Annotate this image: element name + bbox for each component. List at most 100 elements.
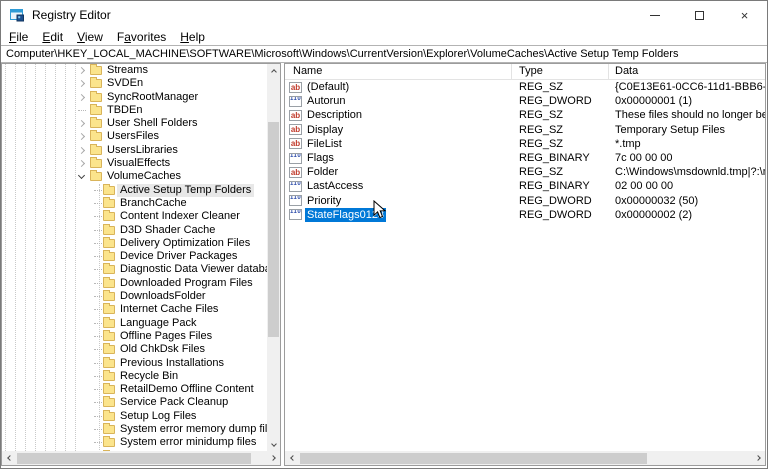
tree-hscroll-thumb[interactable] (17, 452, 251, 464)
tree-item[interactable]: VisualEffects (2, 157, 267, 170)
tree-item[interactable]: Content Indexer Cleaner (2, 210, 267, 223)
column-header-data[interactable]: Data (609, 64, 765, 79)
tree-item[interactable]: D3D Shader Cache (2, 223, 267, 237)
chevron-right-icon[interactable] (77, 93, 86, 101)
tree-connector (94, 309, 102, 311)
chevron-right-icon[interactable] (77, 120, 86, 128)
value-data: 7c 00 00 00 (615, 151, 673, 164)
tree-item[interactable]: SyncRootManager (2, 90, 267, 104)
registry-value-row[interactable]: 110 LastAccess REG_BINARY 02 00 00 00 (285, 179, 765, 193)
folder-icon (90, 157, 102, 169)
registry-value-row[interactable]: 110 Autorun REG_DWORD 0x00000001 (1) (285, 94, 765, 108)
tree-item[interactable]: System error memory dump files (2, 423, 267, 436)
scroll-down-button[interactable] (267, 438, 280, 451)
tree-connector (94, 242, 102, 244)
tree-item[interactable]: Setup Log Files (2, 409, 267, 423)
values-hscroll-thumb[interactable] (300, 452, 647, 464)
value-data: 0x00000032 (50) (615, 194, 699, 207)
registry-value-row[interactable]: 110 StateFlags0123 REG_DWORD 0x00000002 (2) (285, 207, 765, 222)
registry-value-row[interactable]: 110 Flags REG_BINARY 7c 00 00 00 (285, 151, 765, 165)
tree-connector (94, 389, 102, 391)
folder-icon (103, 196, 115, 208)
registry-value-row[interactable]: ab Description REG_SZ These files should no… (285, 108, 765, 122)
chevron-right-icon[interactable] (77, 66, 86, 75)
tree-item-label: TBDEn (107, 103, 143, 116)
tree-item[interactable]: Streams (2, 64, 267, 77)
tree-item[interactable]: UsersFiles (2, 130, 267, 143)
tree-item[interactable]: User Shell Folders (2, 117, 267, 130)
chevron-right-icon[interactable] (77, 146, 86, 154)
folder-icon (90, 77, 102, 89)
tree-vertical-scrollbar[interactable] (267, 64, 280, 451)
tree-horizontal-scrollbar[interactable] (2, 451, 280, 465)
value-data: 0x00000002 (2) (615, 208, 693, 221)
minimize-button[interactable] (632, 1, 677, 29)
scroll-left-button[interactable] (285, 451, 298, 464)
tree-item[interactable]: VolumeCaches (2, 170, 267, 183)
tree-item-label: SVDEn (107, 77, 144, 90)
address-bar[interactable]: Computer\HKEY_LOCAL_MACHINE\SOFTWARE\Mic… (1, 45, 767, 63)
value-name: Display (307, 123, 344, 136)
scroll-right-button[interactable] (752, 451, 765, 464)
registry-value-row[interactable]: ab Display REG_SZ Temporary Setup Files (285, 123, 765, 137)
scroll-left-button[interactable] (2, 451, 15, 464)
chevron-right-icon[interactable] (77, 133, 86, 141)
value-data: *.tmp (615, 137, 641, 150)
scroll-right-button[interactable] (267, 451, 280, 464)
tree-connector (94, 282, 102, 284)
column-header-type[interactable]: Type (512, 64, 609, 79)
tree-item[interactable]: Downloaded Program Files (2, 276, 267, 290)
menu-file[interactable]: File (9, 30, 36, 44)
tree-item[interactable]: Recycle Bin (2, 369, 267, 383)
tree-connector (94, 442, 102, 444)
folder-icon (103, 423, 115, 435)
titlebar[interactable]: Registry Editor × (1, 1, 767, 29)
tree-item[interactable]: System error minidump files (2, 436, 267, 449)
registry-value-row[interactable]: ab Folder REG_SZ C:\Windows\msdownld.tmp|?:… (285, 165, 765, 179)
reg-sz-icon: ab (289, 124, 302, 136)
tree-vscroll-thumb[interactable] (268, 122, 279, 337)
maximize-button[interactable] (677, 1, 722, 29)
tree-item[interactable]: Language Pack (2, 316, 267, 330)
folder-icon (103, 276, 115, 288)
regedit-app-icon (10, 9, 24, 22)
menu-favorites[interactable]: Favorites (117, 30, 174, 44)
tree-item[interactable]: SVDEn (2, 77, 267, 90)
value-name-cell: 110 LastAccess (285, 179, 512, 193)
tree-item[interactable]: Delivery Optimization Files (2, 236, 267, 250)
tree-item[interactable]: UsersLibraries (2, 143, 267, 157)
tree-item[interactable]: Diagnostic Data Viewer database files (2, 263, 267, 276)
tree-item[interactable]: Device Driver Packages (2, 250, 267, 263)
folder-icon (103, 250, 115, 262)
tree-item[interactable]: BranchCache (2, 196, 267, 210)
tree-item[interactable]: Active Setup Temp Folders (2, 183, 267, 197)
tree-item[interactable]: RetailDemo Offline Content (2, 383, 267, 396)
menu-edit[interactable]: Edit (42, 30, 71, 44)
chevron-right-icon[interactable] (77, 80, 86, 88)
reg-sz-icon: ab (289, 138, 302, 150)
tree-item[interactable]: Service Pack Cleanup (2, 396, 267, 409)
menu-help[interactable]: Help (180, 30, 213, 44)
menu-view[interactable]: View (77, 30, 111, 44)
chevron-right-icon[interactable] (77, 160, 86, 168)
tree-item-label: Active Setup Temp Folders (117, 183, 255, 197)
chevron-down-icon[interactable] (77, 172, 86, 180)
tree-connector (94, 349, 102, 351)
registry-value-row[interactable]: ab FileList REG_SZ *.tmp (285, 137, 765, 151)
tree-item[interactable]: Old ChkDsk Files (2, 343, 267, 356)
registry-value-row[interactable]: ab (Default) REG_SZ {C0E13E61-0CC6-11d1-BBB… (285, 80, 765, 94)
tree-item[interactable]: Internet Cache Files (2, 303, 267, 316)
scroll-up-button[interactable] (267, 64, 280, 77)
tree-item[interactable]: TBDEn (2, 103, 267, 117)
close-button[interactable]: × (722, 1, 767, 29)
tree-item-label: Delivery Optimization Files (120, 236, 251, 249)
tree-item[interactable]: Previous Installations (2, 356, 267, 370)
reg-sz-icon: ab (289, 81, 302, 93)
registry-value-row[interactable]: 110 Priority REG_DWORD 0x00000032 (50) (285, 194, 765, 208)
folder-icon (90, 117, 102, 129)
tree-item[interactable]: Offline Pages Files (2, 329, 267, 343)
tree-item-label: Internet Cache Files (120, 303, 219, 316)
values-horizontal-scrollbar[interactable] (285, 451, 765, 465)
column-header-name[interactable]: Name (285, 64, 512, 79)
tree-item[interactable]: DownloadsFolder (2, 290, 267, 303)
